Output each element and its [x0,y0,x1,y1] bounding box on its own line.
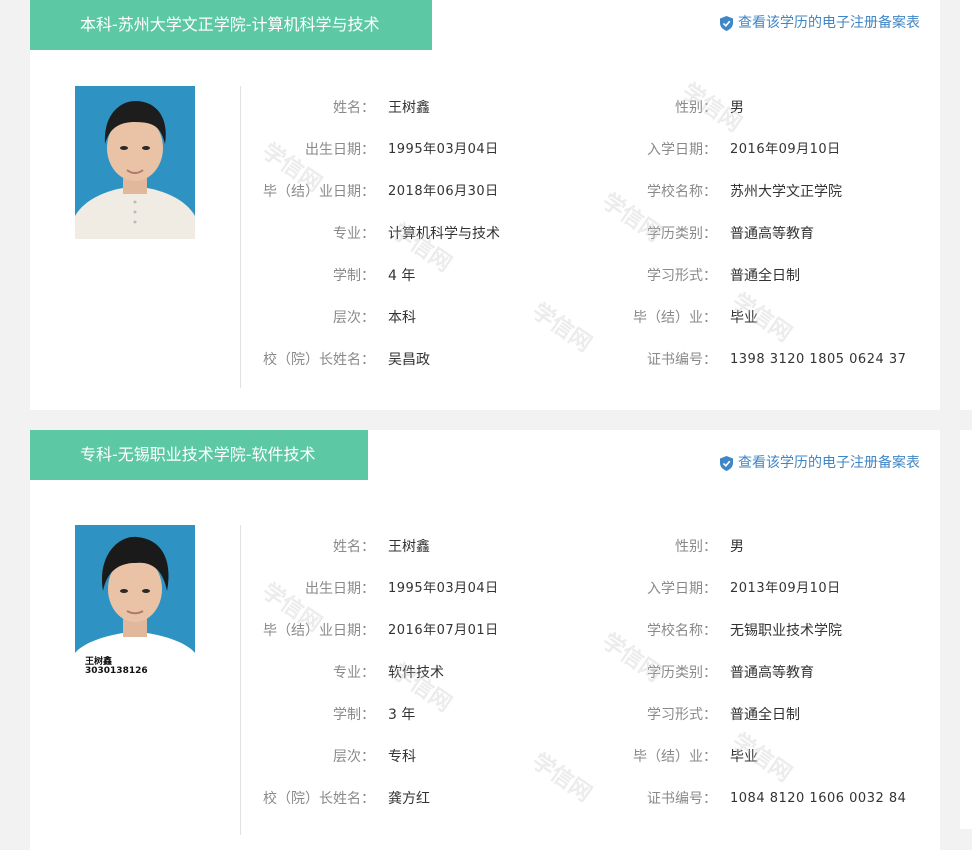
name-value: 王树鑫 [388,100,430,116]
duration-value: 4 年 [388,268,416,284]
enrollment-date-label: 入学日期： [647,581,717,597]
education-category-label: 学历类别： [647,665,717,681]
certificate-number-label: 证书编号： [647,352,717,368]
education-category-value: 普通高等教育 [730,226,814,242]
graduation-date-label: 毕（结）业日期： [263,184,375,200]
level-label: 层次： [333,749,375,765]
president-name-label: 校（院）长姓名： [263,352,375,368]
gender-value: 男 [730,100,744,116]
study-mode-label: 学习形式： [647,707,717,723]
gender-value: 男 [730,539,744,555]
education-record-card: 本科-苏州大学文正学院-计算机科学与技术 查看该学历的电子注册备案表 姓名： 王… [30,0,940,410]
education-category-label: 学历类别： [647,226,717,242]
view-registration-form-link[interactable]: 查看该学历的电子注册备案表 [720,454,920,472]
graduation-status-label: 毕（结）业： [633,310,717,326]
shield-check-icon [720,455,733,471]
major-value: 软件技术 [388,665,444,681]
name-label: 姓名： [333,539,375,555]
photo-caption-id: 3030138126 [85,666,148,676]
duration-label: 学制： [333,707,375,723]
adjacent-card-edge [960,430,972,829]
enrollment-date-value: 2016年09月10日 [730,142,841,157]
president-name-value: 吴昌政 [388,352,430,368]
education-record-card: 专科-无锡职业技术学院-软件技术 查看该学历的电子注册备案表 王树鑫 30301… [30,430,940,850]
school-name-label: 学校名称： [647,184,717,200]
certificate-number-value: 1398 3120 1805 0624 37 [730,352,907,367]
president-name-value: 龚方红 [388,791,430,807]
school-name-value: 无锡职业技术学院 [730,623,842,639]
major-label: 专业： [333,665,375,681]
graduation-date-value: 2018年06月30日 [388,184,499,199]
duration-label: 学制： [333,268,375,284]
record-banner: 本科-苏州大学文正学院-计算机科学与技术 [30,0,432,50]
certificate-number-label: 证书编号： [647,791,717,807]
enrollment-date-value: 2013年09月10日 [730,581,841,596]
shield-check-icon [720,15,733,31]
birth-date-value: 1995年03月04日 [388,581,499,596]
name-value: 王树鑫 [388,539,430,555]
major-label: 专业： [333,226,375,242]
birth-date-label: 出生日期： [305,142,375,158]
enrollment-date-label: 入学日期： [647,142,717,158]
graduation-date-value: 2016年07月01日 [388,623,499,638]
name-label: 姓名： [333,100,375,116]
view-registration-form-label: 查看该学历的电子注册备案表 [738,455,920,471]
adjacent-card-edge [960,0,972,410]
gender-label: 性别： [675,539,717,555]
president-name-label: 校（院）长姓名： [263,791,375,807]
student-photo: 王树鑫 3030138126 [75,525,195,678]
graduation-status-label: 毕（结）业： [633,749,717,765]
record-title: 本科-苏州大学文正学院-计算机科学与技术 [80,15,380,34]
gender-label: 性别： [675,100,717,116]
birth-date-value: 1995年03月04日 [388,142,499,157]
study-mode-label: 学习形式： [647,268,717,284]
major-value: 计算机科学与技术 [388,226,500,242]
school-name-value: 苏州大学文正学院 [730,184,842,200]
study-mode-value: 普通全日制 [730,268,800,284]
level-value: 本科 [388,310,416,326]
level-label: 层次： [333,310,375,326]
record-title: 专科-无锡职业技术学院-软件技术 [80,445,316,464]
certificate-number-value: 1084 8120 1606 0032 84 [730,791,907,806]
level-value: 专科 [388,749,416,765]
study-mode-value: 普通全日制 [730,707,800,723]
record-banner: 专科-无锡职业技术学院-软件技术 [30,430,368,480]
graduation-date-label: 毕（结）业日期： [263,623,375,639]
graduation-status-value: 毕业 [730,310,758,326]
student-photo [75,86,195,239]
birth-date-label: 出生日期： [305,581,375,597]
education-category-value: 普通高等教育 [730,665,814,681]
school-name-label: 学校名称： [647,623,717,639]
duration-value: 3 年 [388,707,416,723]
view-registration-form-label: 查看该学历的电子注册备案表 [738,15,920,31]
view-registration-form-link[interactable]: 查看该学历的电子注册备案表 [720,14,920,32]
graduation-status-value: 毕业 [730,749,758,765]
